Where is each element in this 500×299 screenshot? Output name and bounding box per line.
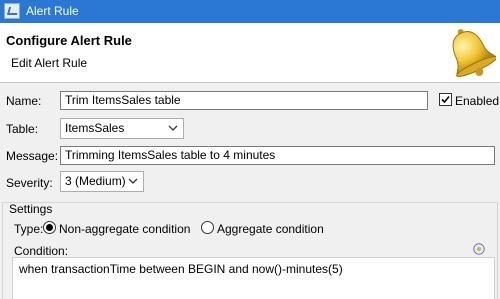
settings-group-label: Settings <box>9 202 53 216</box>
enabled-label: Enabled <box>455 94 500 108</box>
checkmark-icon <box>441 95 450 104</box>
message-input[interactable]: Trimming ItemsSales table to 4 minutes <box>60 146 495 165</box>
condition-label: Condition: <box>14 244 69 258</box>
radio-non-aggregate[interactable] <box>43 221 56 234</box>
dialog-subtitle: Edit Alert Rule <box>11 56 88 70</box>
name-input[interactable]: Trim ItemsSales table <box>60 91 428 110</box>
dialog-title: Configure Alert Rule <box>6 33 132 48</box>
radio-aggregate-label[interactable]: Aggregate condition <box>217 222 324 236</box>
radio-aggregate[interactable] <box>201 221 214 234</box>
severity-select-value: 3 (Medium) <box>65 174 126 188</box>
radio-non-aggregate-label[interactable]: Non-aggregate condition <box>59 222 190 236</box>
window-app-icon <box>4 3 20 19</box>
title-bar: Alert Rule <box>0 0 500 23</box>
table-label: Table: <box>6 122 39 136</box>
name-label: Name: <box>6 94 42 108</box>
message-label: Message: <box>6 149 59 163</box>
dialog-header: Configure Alert Rule Edit Alert Rule <box>0 23 500 83</box>
window-title: Alert Rule <box>26 4 79 18</box>
condition-editor[interactable]: when transactionTime between BEGIN and n… <box>12 257 495 299</box>
severity-select[interactable]: 3 (Medium) <box>60 171 144 192</box>
condition-help-icon[interactable] <box>473 243 485 255</box>
severity-label: Severity: <box>6 176 53 190</box>
table-select[interactable]: ItemsSales <box>60 118 184 139</box>
type-label: Type: <box>14 222 44 236</box>
enabled-checkbox[interactable] <box>439 93 452 106</box>
chevron-down-icon <box>168 125 178 131</box>
bell-icon <box>452 29 496 77</box>
table-select-value: ItemsSales <box>65 121 125 135</box>
chevron-down-icon <box>128 178 138 184</box>
